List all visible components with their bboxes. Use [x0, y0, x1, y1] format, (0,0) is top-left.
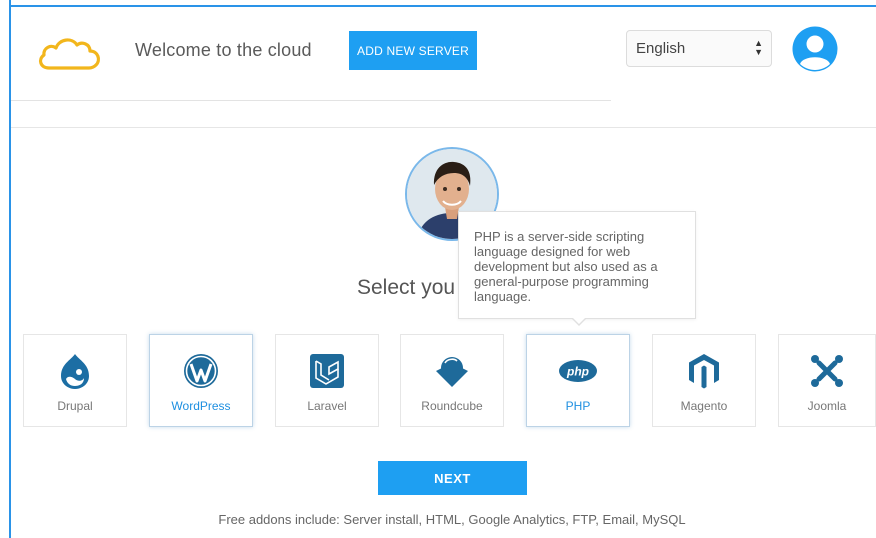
php-description-tooltip: PHP is a server-side scripting language … — [458, 211, 696, 319]
user-avatar-icon[interactable] — [792, 26, 838, 72]
select-arrows-icon: ▲ ▼ — [754, 38, 763, 57]
next-button[interactable]: NEXT — [378, 461, 527, 495]
app-card-wordpress[interactable]: WordPress — [149, 334, 253, 427]
language-select[interactable]: English ▲ ▼ — [626, 30, 772, 67]
roundcube-icon — [436, 357, 468, 387]
app-card-label: Laravel — [307, 399, 347, 413]
app-card-php[interactable]: php PHP — [526, 334, 630, 427]
welcome-text: Welcome to the cloud — [135, 40, 312, 60]
tooltip-pointer-inner — [572, 317, 586, 324]
svg-text:php: php — [566, 365, 589, 379]
add-new-server-button[interactable]: ADD NEW SERVER — [349, 31, 477, 70]
app-card-label: Drupal — [57, 399, 93, 413]
header-divider — [11, 100, 611, 101]
app-card-joomla[interactable]: Joomla — [778, 334, 876, 427]
joomla-icon — [811, 355, 843, 387]
app-card-label: WordPress — [171, 399, 231, 413]
app-card-label: Magento — [680, 399, 728, 413]
frame-border-top — [9, 5, 876, 7]
app-card-drupal[interactable]: Drupal — [23, 334, 127, 427]
laravel-icon — [310, 354, 344, 388]
app-card-label: Joomla — [807, 399, 847, 413]
magento-icon — [689, 354, 719, 389]
section-divider — [11, 127, 876, 128]
free-addons-text: Free addons include: Server install, HTM… — [218, 512, 686, 527]
wordpress-icon — [184, 354, 218, 388]
app-card-roundcube[interactable]: Roundcube — [400, 334, 504, 427]
tooltip-text: PHP is a server-side scripting language … — [474, 229, 658, 304]
app-card-magento[interactable]: Magento — [652, 334, 756, 427]
app-card-label: Roundcube — [421, 399, 483, 413]
select-app-title: Select you — [357, 276, 456, 299]
app-card-laravel[interactable]: Laravel — [275, 334, 379, 427]
app-card-label: PHP — [565, 399, 591, 413]
frame-border-left — [9, 0, 11, 538]
drupal-icon — [61, 354, 89, 389]
language-selected-value: English — [636, 40, 686, 57]
php-icon: php — [559, 360, 597, 382]
cloud-logo-icon[interactable] — [35, 33, 105, 73]
